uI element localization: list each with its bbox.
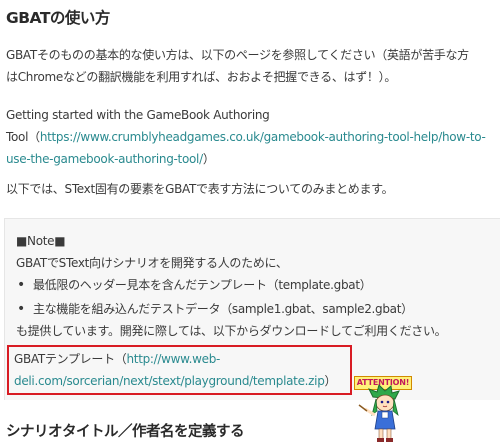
intro-line-1: GBATそのものの基本的な使い方は、以下のページを参照してください（英語が苦手な… (6, 48, 469, 62)
note-box: ■Note■ GBATでSText向けシナリオを開発する人のために、 • 最低限の… (4, 218, 500, 400)
intro-line-2: はChromeなどの翻訳機能を利用すれば、おおよそ把握できる、はず！）。 (6, 70, 397, 84)
mascot-icon (358, 384, 400, 442)
note-line-1: GBATでSText向けシナリオを開発する人のために、 (16, 256, 288, 270)
note-line-2: も提供しています。開発に際しては、以下からダウンロードしてご利用ください。 (16, 324, 447, 338)
note-header: ■Note■ (16, 234, 66, 248)
note-bullet-text: 最低限のヘッダー見本を含んだテンプレート（template.gbat） (33, 278, 372, 292)
section-title: GBATの使い方 (6, 9, 110, 27)
summary-paragraph: 以下では、SText固有の要素をGBATで表す方法についてのみまとめます。 (6, 182, 394, 196)
reference-prefix: Tool（ (6, 130, 40, 144)
note-bullet-1: • 最低限のヘッダー見本を含んだテンプレート（template.gbat） (17, 275, 372, 295)
reference-line-3: use-the-gamebook-authoring-tool/） (6, 148, 486, 170)
template-download-link-cont[interactable]: deli.com/sorcerian/next/stext/playground… (14, 374, 325, 388)
next-section-title: シナリオタイトル／作者名を定義する (6, 424, 245, 440)
intro-paragraph: GBATそのものの基本的な使い方は、以下のページを参照してください（英語が苦手な… (6, 44, 469, 88)
bullet-dot: • (17, 301, 25, 317)
download-highlight-box: GBATテンプレート（http://www.web- deli.com/sorc… (7, 345, 352, 395)
reference-suffix: ） (202, 152, 215, 166)
download-line-1: GBATテンプレート（http://www.web- (14, 349, 220, 369)
gbat-help-link-cont[interactable]: use-the-gamebook-authoring-tool/ (6, 152, 203, 166)
download-line-2: deli.com/sorcerian/next/stext/playground… (14, 371, 337, 391)
reference-line-2: Tool（https://www.crumblyheadgames.co.uk/… (6, 126, 486, 148)
note-bullet-2: • 主な機能を組み込んだテストデータ（sample1.gbat、sample2.g… (17, 299, 413, 319)
download-prefix: GBATテンプレート（ (14, 352, 127, 366)
download-suffix: ） (324, 374, 337, 388)
template-download-link[interactable]: http://www.web- (126, 352, 220, 366)
note-bullet-text: 主な機能を組み込んだテストデータ（sample1.gbat、sample2.gb… (33, 302, 413, 316)
reference-line-1: Getting started with the GameBook Author… (6, 108, 270, 122)
bullet-dot: • (17, 277, 25, 293)
reference-paragraph: Getting started with the GameBook Author… (6, 104, 486, 170)
gbat-help-link[interactable]: https://www.crumblyheadgames.co.uk/gameb… (40, 130, 486, 144)
